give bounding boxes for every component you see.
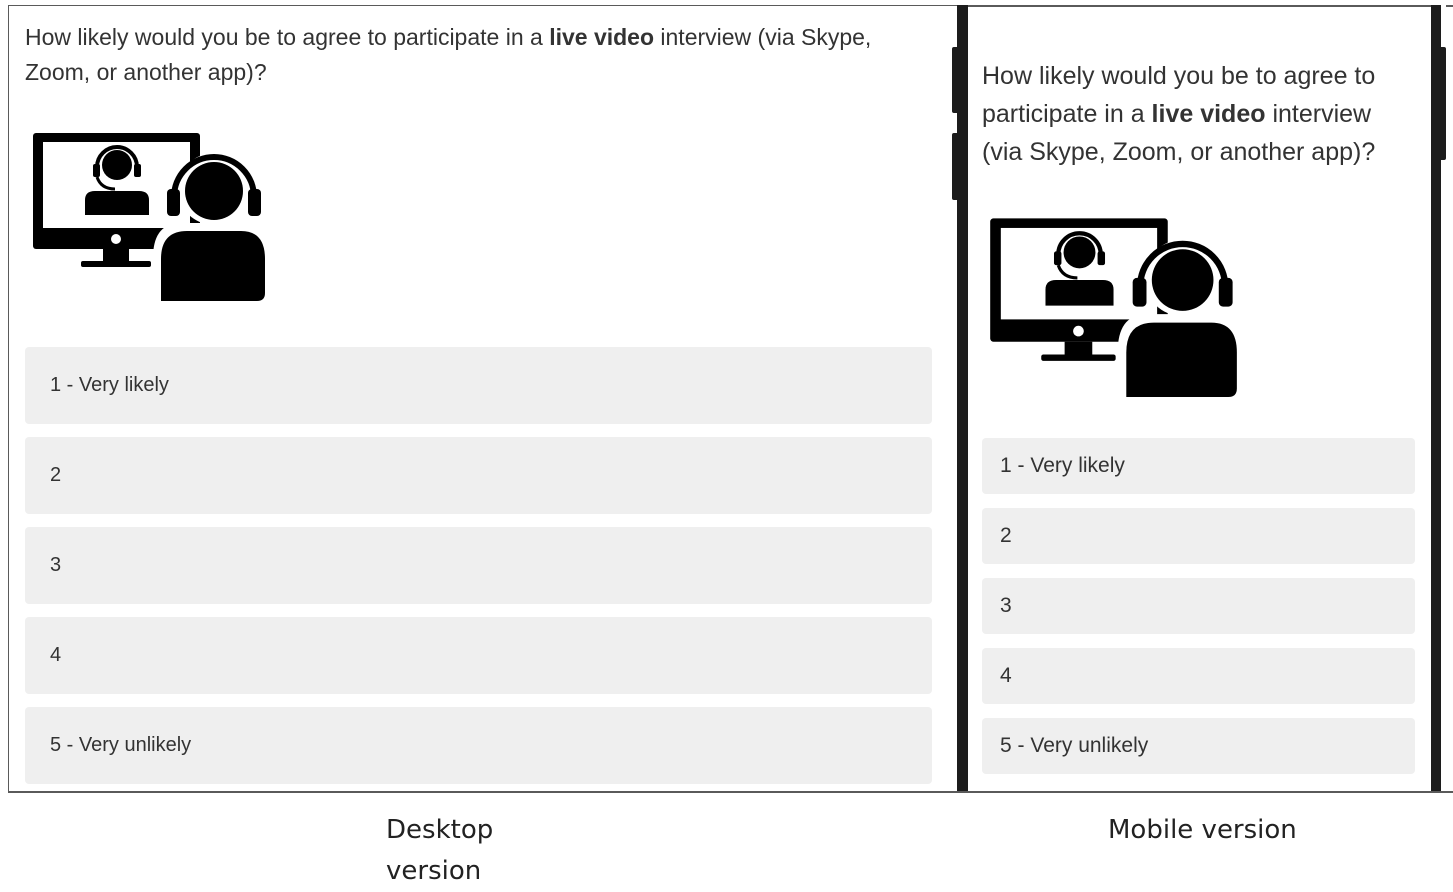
answer-option-label: 1 - Very likely — [1000, 454, 1125, 477]
answer-option-4[interactable]: 4 — [25, 617, 932, 694]
answer-option-2[interactable]: 2 — [982, 508, 1415, 564]
answer-option-label: 4 — [1000, 664, 1012, 687]
answer-option-2[interactable]: 2 — [25, 437, 932, 514]
caption-mobile: Mobile version — [1108, 815, 1297, 845]
divider — [8, 791, 1453, 793]
answer-option-label: 5 - Very unlikely — [1000, 734, 1149, 757]
answer-option-5[interactable]: 5 - Very unlikely — [982, 718, 1415, 774]
question-text: How likely would you be to agree to part… — [25, 20, 925, 90]
video-call-headset-icon — [990, 218, 1238, 397]
answer-option-label: 2 — [1000, 524, 1012, 547]
divider — [1446, 5, 1453, 7]
answer-options: 1 - Very likely 2 3 4 5 - Very unlikely — [982, 438, 1415, 774]
answer-option-label: 2 — [50, 464, 62, 486]
answer-option-3[interactable]: 3 — [982, 578, 1415, 634]
question-text-start: How likely would you be to agree to part… — [25, 24, 550, 50]
answer-option-label: 1 - Very likely — [50, 374, 169, 396]
answer-option-4[interactable]: 4 — [982, 648, 1415, 704]
answer-option-3[interactable]: 3 — [25, 527, 932, 604]
question-text: How likely would you be to agree to part… — [982, 57, 1412, 171]
phone-side-button — [952, 133, 957, 200]
answer-option-label: 3 — [50, 554, 62, 576]
answer-option-1[interactable]: 1 - Very likely — [982, 438, 1415, 494]
caption-desktop: Desktop version — [386, 815, 494, 886]
answer-option-1[interactable]: 1 - Very likely — [25, 347, 932, 424]
phone-frame-left — [957, 5, 968, 792]
answer-option-label: 3 — [1000, 594, 1012, 617]
answer-options: 1 - Very likely 2 3 4 5 - Very unlikely — [25, 347, 932, 784]
question-text-emphasis: live video — [1151, 100, 1266, 128]
phone-power-button — [1441, 47, 1446, 160]
video-call-headset-icon — [33, 133, 266, 301]
phone-frame-right — [1431, 5, 1441, 792]
mobile-survey-panel: How likely would you be to agree to part… — [968, 7, 1431, 791]
desktop-survey-panel: How likely would you be to agree to part… — [8, 5, 957, 792]
answer-option-5[interactable]: 5 - Very unlikely — [25, 707, 932, 784]
answer-option-label: 4 — [50, 644, 62, 666]
answer-option-label: 5 - Very unlikely — [50, 734, 192, 756]
question-text-emphasis: live video — [549, 24, 655, 50]
phone-side-button — [952, 47, 957, 113]
